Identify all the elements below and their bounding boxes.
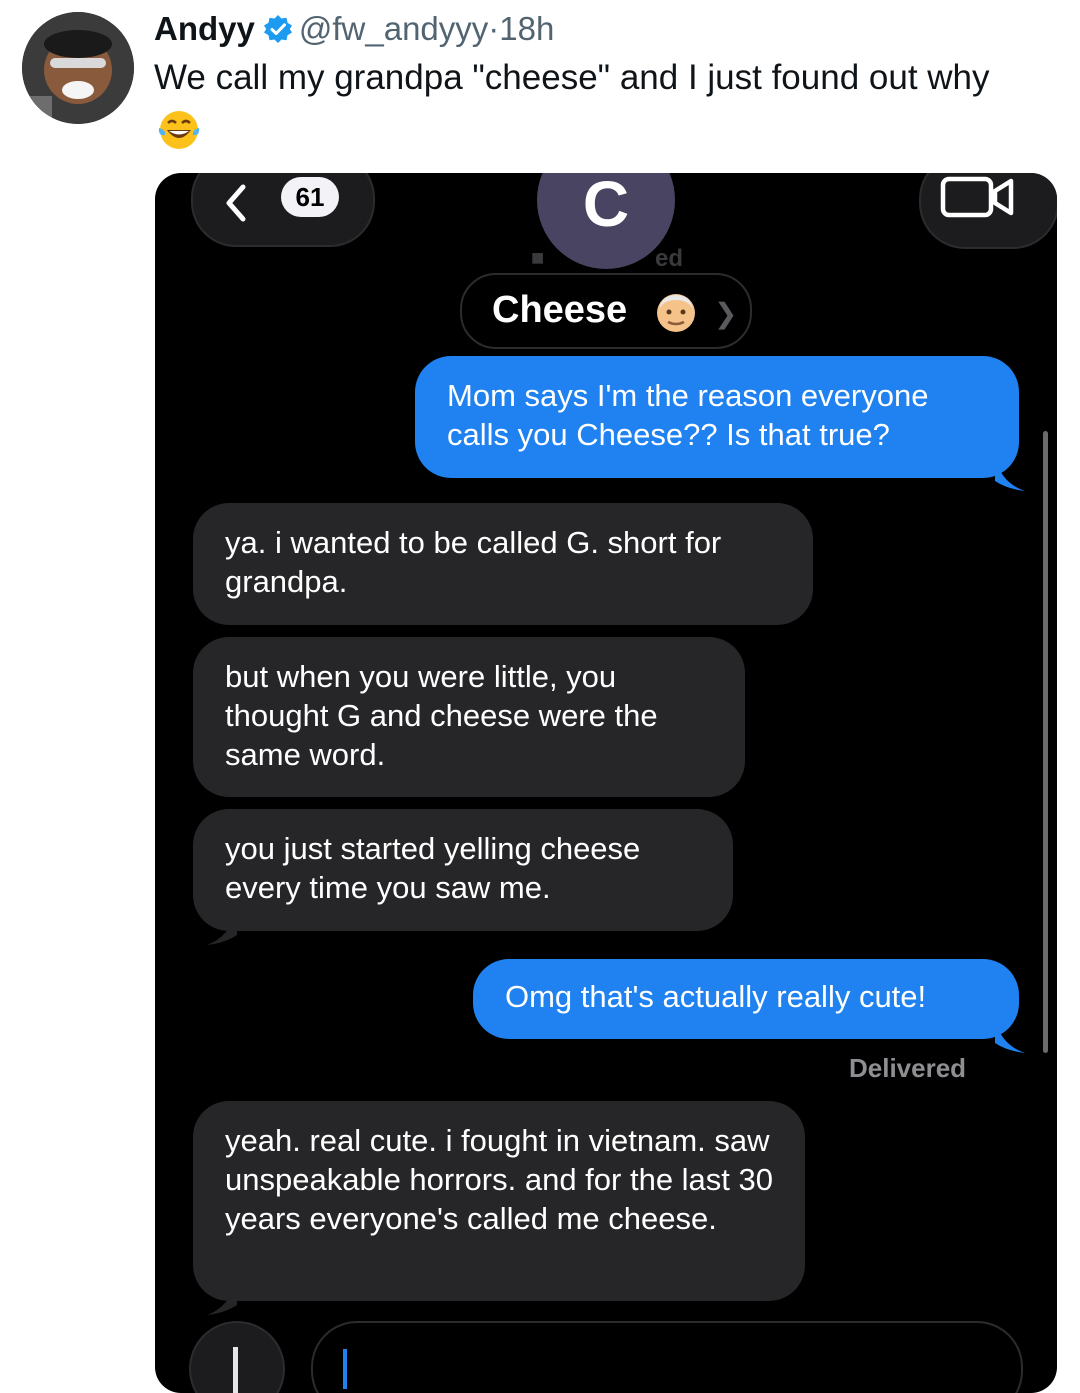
bubble-tail — [995, 457, 1025, 491]
obscured-status-text: ed — [655, 245, 684, 272]
message-bubble-outgoing[interactable]: Mom says I'm the reason everyone calls y… — [415, 356, 1019, 478]
contact-name: Cheese — [492, 289, 628, 331]
lock-icon: ■ — [531, 245, 545, 270]
video-camera-icon — [940, 176, 1014, 218]
video-call-button[interactable] — [919, 173, 1057, 249]
message-bubble-incoming[interactable]: but when you were little, you thought G … — [193, 637, 745, 797]
message-input[interactable] — [311, 1321, 1023, 1393]
message-bubble-incoming[interactable]: ya. i wanted to be called G. short for g… — [193, 503, 813, 625]
author-name[interactable]: Andyy — [154, 10, 255, 47]
tweet-timestamp[interactable]: 18h — [499, 10, 554, 47]
bubble-tail — [207, 1281, 237, 1315]
embedded-screenshot[interactable]: 61 ■ ed C Cheese ❯ Mom says I'm the reas… — [155, 173, 1057, 1393]
chevron-right-icon: ❯ — [714, 298, 738, 329]
text-cursor — [343, 1349, 347, 1389]
message-bubble-incoming[interactable]: yeah. real cute. i fought in vietnam. sa… — [193, 1101, 805, 1301]
back-button[interactable]: 61 — [191, 173, 375, 247]
bubble-tail — [995, 1019, 1025, 1053]
profile-avatar[interactable] — [22, 12, 134, 124]
message-bubble-incoming[interactable]: you just started yelling cheese every ti… — [193, 809, 733, 931]
author-handle[interactable]: @fw_andyyy — [299, 10, 488, 47]
bubble-tail — [207, 911, 237, 945]
verified-badge-icon — [263, 14, 293, 52]
tweet-header: Andyy @fw_andyyy·18h — [154, 10, 554, 52]
plus-icon — [233, 1347, 238, 1393]
delivered-status: Delivered — [849, 1053, 967, 1083]
message-bubble-outgoing[interactable]: Omg that's actually really cute! — [473, 959, 1019, 1039]
add-attachment-button[interactable] — [189, 1321, 285, 1393]
tears-of-joy-emoji-icon — [156, 108, 202, 157]
scrollbar[interactable] — [1043, 431, 1048, 1053]
unread-count-badge: 61 — [281, 177, 339, 217]
contact-name-button[interactable]: Cheese ❯ — [460, 273, 752, 349]
profile-photo — [22, 12, 134, 124]
tweet-text: We call my grandpa "cheese" and I just f… — [154, 58, 990, 97]
old-man-emoji-icon — [657, 294, 695, 332]
chevron-left-icon — [226, 184, 246, 222]
separator-dot: · — [488, 10, 500, 47]
